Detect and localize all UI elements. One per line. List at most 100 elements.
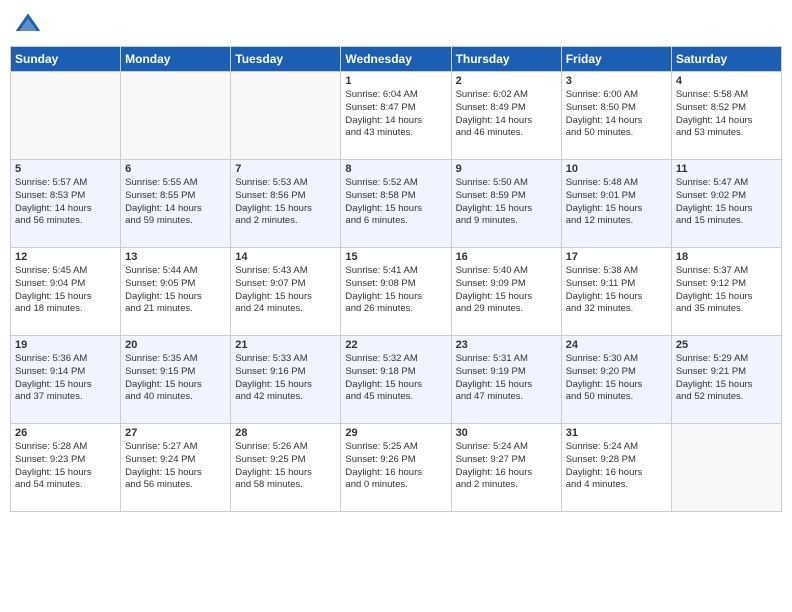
calendar-cell: 23Sunrise: 5:31 AM Sunset: 9:19 PM Dayli…: [451, 336, 561, 424]
calendar-cell: 12 Sunrise: 5:45 AM Sunset: 9:04 PM Dayli…: [11, 248, 121, 336]
calendar-cell: [671, 424, 781, 512]
day-number: 11: [676, 163, 777, 175]
calendar-cell: 15 Sunrise: 5:41 AM Sunset: 9:08 PM Dayli…: [341, 248, 451, 336]
calendar-cell: [231, 72, 341, 160]
calendar-cell: 27 Sunrise: 5:27 AM Sunset: 9:24 PM Dayli…: [121, 424, 231, 512]
day-content: Sunrise: 5:36 AM Sunset: 9:14 PM Dayligh…: [15, 353, 116, 404]
calendar-cell: 29 Sunrise: 5:25 AM Sunset: 9:26 PM Dayli…: [341, 424, 451, 512]
calendar-week-4: 19 Sunrise: 5:36 AM Sunset: 9:14 PM Dayli…: [11, 336, 782, 424]
weekday-header-friday: Friday: [561, 47, 671, 72]
weekday-header-monday: Monday: [121, 47, 231, 72]
calendar-cell: 6Sunrise: 5:55 AM Sunset: 8:55 PM Daylig…: [121, 160, 231, 248]
day-content: Sunrise: 5:24 AM Sunset: 9:27 PM Dayligh…: [456, 441, 557, 492]
day-number: 9: [456, 163, 557, 175]
calendar-cell: [121, 72, 231, 160]
day-number: 26: [15, 427, 116, 439]
calendar-cell: 2Sunrise: 6:02 AM Sunset: 8:49 PM Daylig…: [451, 72, 561, 160]
calendar-week-3: 12 Sunrise: 5:45 AM Sunset: 9:04 PM Dayli…: [11, 248, 782, 336]
day-number: 8: [345, 163, 446, 175]
calendar-cell: 10 Sunrise: 5:48 AM Sunset: 9:01 PM Dayli…: [561, 160, 671, 248]
calendar-cell: 8Sunrise: 5:52 AM Sunset: 8:58 PM Daylig…: [341, 160, 451, 248]
day-content: Sunrise: 5:27 AM Sunset: 9:24 PM Dayligh…: [125, 441, 226, 492]
day-number: 18: [676, 251, 777, 263]
calendar-cell: 11 Sunrise: 5:47 AM Sunset: 9:02 PM Dayli…: [671, 160, 781, 248]
day-number: 5: [15, 163, 116, 175]
day-content: Sunrise: 5:47 AM Sunset: 9:02 PM Dayligh…: [676, 177, 777, 228]
day-content: Sunrise: 5:57 AM Sunset: 8:53 PM Dayligh…: [15, 177, 116, 228]
weekday-header-tuesday: Tuesday: [231, 47, 341, 72]
logo-icon: [14, 10, 42, 38]
day-number: 23: [456, 339, 557, 351]
day-number: 1: [345, 75, 446, 87]
day-number: 15: [345, 251, 446, 263]
day-number: 17: [566, 251, 667, 263]
calendar-cell: 16Sunrise: 5:40 AM Sunset: 9:09 PM Dayli…: [451, 248, 561, 336]
calendar-week-5: 26 Sunrise: 5:28 AM Sunset: 9:23 PM Dayli…: [11, 424, 782, 512]
day-number: 29: [345, 427, 446, 439]
day-content: Sunrise: 5:50 AM Sunset: 8:59 PM Dayligh…: [456, 177, 557, 228]
day-content: Sunrise: 6:04 AM Sunset: 8:47 PM Dayligh…: [345, 89, 446, 140]
calendar-cell: 28 Sunrise: 5:26 AM Sunset: 9:25 PM Dayli…: [231, 424, 341, 512]
day-content: Sunrise: 5:40 AM Sunset: 9:09 PM Dayligh…: [456, 265, 557, 316]
weekday-header-row: SundayMondayTuesdayWednesdayThursdayFrid…: [11, 47, 782, 72]
day-number: 30: [456, 427, 557, 439]
day-content: Sunrise: 5:24 AM Sunset: 9:28 PM Dayligh…: [566, 441, 667, 492]
calendar-cell: 17 Sunrise: 5:38 AM Sunset: 9:11 PM Dayli…: [561, 248, 671, 336]
day-content: Sunrise: 5:43 AM Sunset: 9:07 PM Dayligh…: [235, 265, 336, 316]
calendar-cell: 21 Sunrise: 5:33 AM Sunset: 9:16 PM Dayli…: [231, 336, 341, 424]
day-content: Sunrise: 5:38 AM Sunset: 9:11 PM Dayligh…: [566, 265, 667, 316]
day-number: 12: [15, 251, 116, 263]
calendar-week-2: 5 Sunrise: 5:57 AM Sunset: 8:53 PM Daylig…: [11, 160, 782, 248]
day-content: Sunrise: 5:58 AM Sunset: 8:52 PM Dayligh…: [676, 89, 777, 140]
day-content: Sunrise: 5:45 AM Sunset: 9:04 PM Dayligh…: [15, 265, 116, 316]
weekday-header-thursday: Thursday: [451, 47, 561, 72]
calendar-cell: 7 Sunrise: 5:53 AM Sunset: 8:56 PM Daylig…: [231, 160, 341, 248]
calendar-cell: 25 Sunrise: 5:29 AM Sunset: 9:21 PM Dayli…: [671, 336, 781, 424]
day-content: Sunrise: 5:30 AM Sunset: 9:20 PM Dayligh…: [566, 353, 667, 404]
day-content: Sunrise: 5:26 AM Sunset: 9:25 PM Dayligh…: [235, 441, 336, 492]
day-number: 28: [235, 427, 336, 439]
calendar-cell: 20 Sunrise: 5:35 AM Sunset: 9:15 PM Dayli…: [121, 336, 231, 424]
day-number: 2: [456, 75, 557, 87]
day-number: 25: [676, 339, 777, 351]
calendar-table: SundayMondayTuesdayWednesdayThursdayFrid…: [10, 46, 782, 512]
day-content: Sunrise: 5:28 AM Sunset: 9:23 PM Dayligh…: [15, 441, 116, 492]
day-number: 10: [566, 163, 667, 175]
day-number: 7: [235, 163, 336, 175]
calendar-cell: 1 Sunrise: 6:04 AM Sunset: 8:47 PM Daylig…: [341, 72, 451, 160]
day-content: Sunrise: 5:32 AM Sunset: 9:18 PM Dayligh…: [345, 353, 446, 404]
day-content: Sunrise: 5:48 AM Sunset: 9:01 PM Dayligh…: [566, 177, 667, 228]
day-number: 21: [235, 339, 336, 351]
day-number: 20: [125, 339, 226, 351]
day-number: 13: [125, 251, 226, 263]
page-header: [10, 10, 782, 38]
day-content: Sunrise: 5:53 AM Sunset: 8:56 PM Dayligh…: [235, 177, 336, 228]
weekday-header-saturday: Saturday: [671, 47, 781, 72]
day-number: 3: [566, 75, 667, 87]
calendar-cell: [11, 72, 121, 160]
day-number: 19: [15, 339, 116, 351]
day-number: 6: [125, 163, 226, 175]
calendar-cell: 18 Sunrise: 5:37 AM Sunset: 9:12 PM Dayli…: [671, 248, 781, 336]
day-number: 24: [566, 339, 667, 351]
logo: [14, 10, 44, 38]
calendar-cell: 9 Sunrise: 5:50 AM Sunset: 8:59 PM Daylig…: [451, 160, 561, 248]
day-content: Sunrise: 5:25 AM Sunset: 9:26 PM Dayligh…: [345, 441, 446, 492]
calendar-cell: 22 Sunrise: 5:32 AM Sunset: 9:18 PM Dayli…: [341, 336, 451, 424]
weekday-header-wednesday: Wednesday: [341, 47, 451, 72]
day-content: Sunrise: 5:41 AM Sunset: 9:08 PM Dayligh…: [345, 265, 446, 316]
calendar-cell: 24 Sunrise: 5:30 AM Sunset: 9:20 PM Dayli…: [561, 336, 671, 424]
calendar-cell: 19 Sunrise: 5:36 AM Sunset: 9:14 PM Dayli…: [11, 336, 121, 424]
calendar-cell: 31Sunrise: 5:24 AM Sunset: 9:28 PM Dayli…: [561, 424, 671, 512]
day-content: Sunrise: 6:00 AM Sunset: 8:50 PM Dayligh…: [566, 89, 667, 140]
day-content: Sunrise: 5:35 AM Sunset: 9:15 PM Dayligh…: [125, 353, 226, 404]
calendar-cell: 3 Sunrise: 6:00 AM Sunset: 8:50 PM Daylig…: [561, 72, 671, 160]
calendar-cell: 14Sunrise: 5:43 AM Sunset: 9:07 PM Dayli…: [231, 248, 341, 336]
day-number: 22: [345, 339, 446, 351]
calendar-cell: 30 Sunrise: 5:24 AM Sunset: 9:27 PM Dayli…: [451, 424, 561, 512]
day-content: Sunrise: 5:37 AM Sunset: 9:12 PM Dayligh…: [676, 265, 777, 316]
day-content: Sunrise: 5:29 AM Sunset: 9:21 PM Dayligh…: [676, 353, 777, 404]
day-number: 27: [125, 427, 226, 439]
day-content: Sunrise: 5:33 AM Sunset: 9:16 PM Dayligh…: [235, 353, 336, 404]
calendar-cell: 13Sunrise: 5:44 AM Sunset: 9:05 PM Dayli…: [121, 248, 231, 336]
